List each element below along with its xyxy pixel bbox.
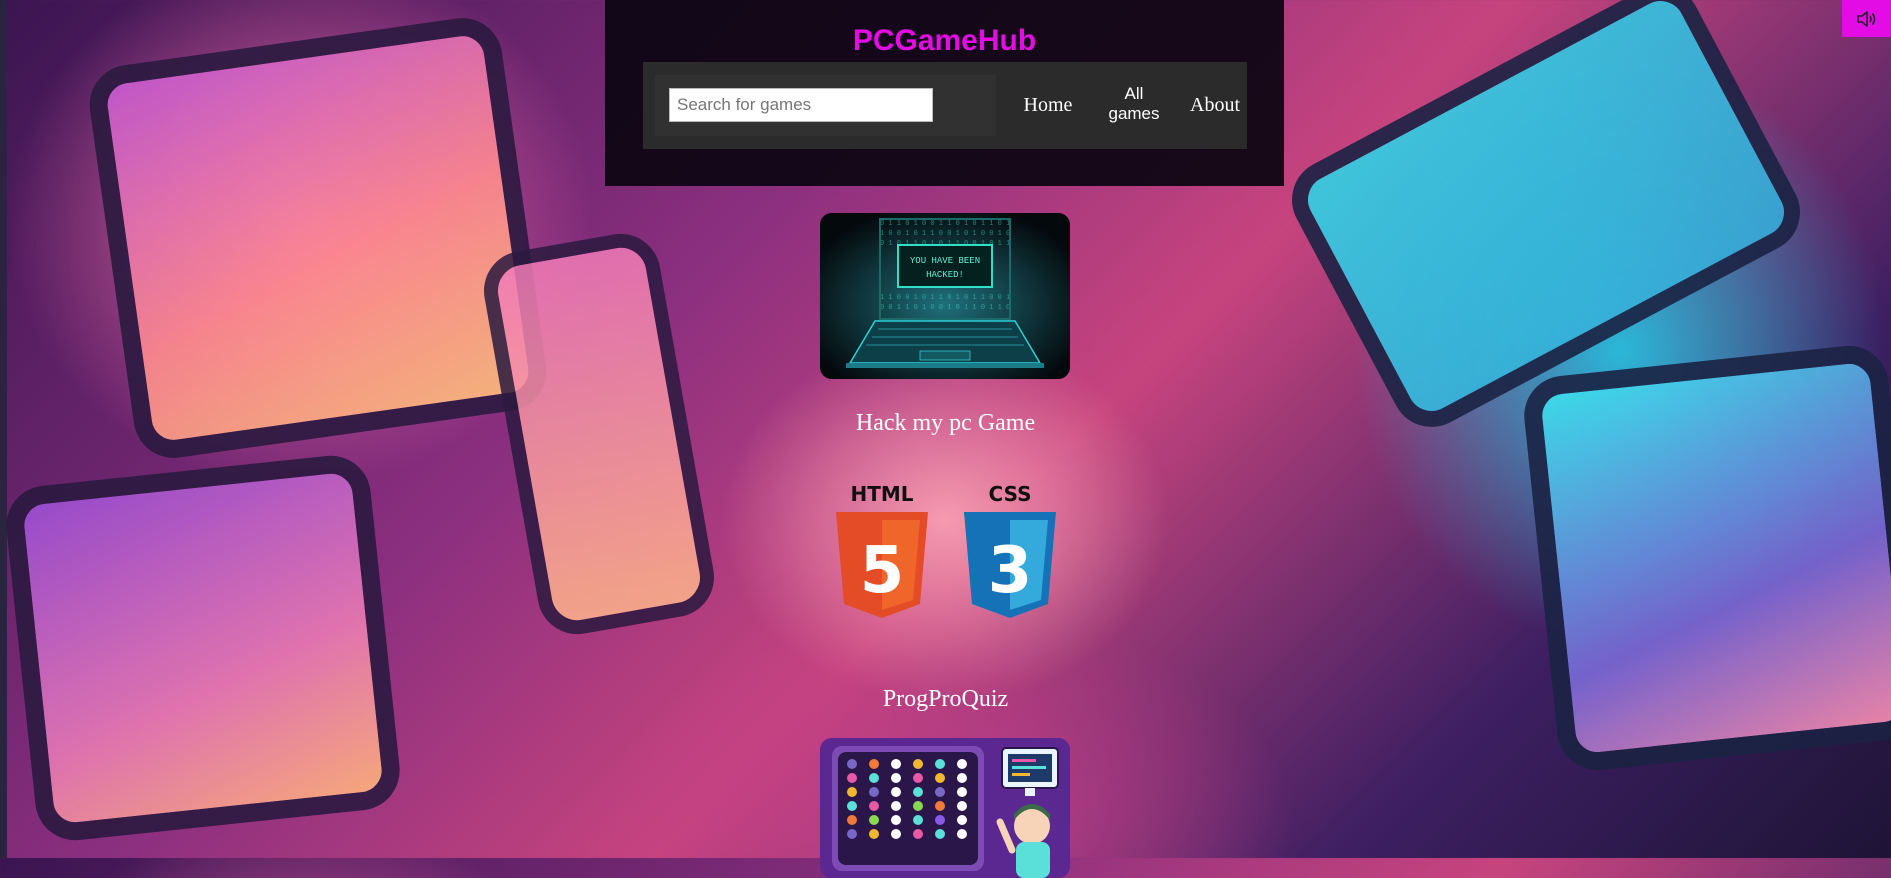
quiz-game-thumbnail[interactable] bbox=[820, 738, 1070, 878]
svg-text:0 1 1 0 1 0 0 1 1 0 1 0 1 1 0: 0 1 1 0 1 0 0 1 1 0 1 0 1 1 0 1 bbox=[880, 220, 1010, 228]
hacked-screen-text-1: YOU HAVE BEEN bbox=[910, 256, 980, 266]
nav-home-link[interactable]: Home bbox=[1020, 94, 1076, 117]
nav-about-link[interactable]: About bbox=[1183, 94, 1247, 117]
svg-text:1 1 0 0 1 0 1 1 0 1 0 1 1 0 0: 1 1 0 0 1 0 1 1 0 1 0 1 1 0 0 1 bbox=[880, 294, 1010, 302]
site-header: PCGameHub Home All games About bbox=[605, 0, 1284, 186]
site-title: PCGameHub bbox=[852, 24, 1037, 57]
css3-logo-icon: CSS 3 bbox=[964, 484, 1056, 618]
html-logo-number: 5 bbox=[860, 534, 905, 608]
speaker-icon bbox=[1856, 10, 1875, 27]
hack-game-thumbnail[interactable]: 0 1 1 0 1 0 0 1 1 0 1 0 1 1 0 1 1 0 0 1 … bbox=[820, 213, 1070, 379]
background-panel bbox=[84, 12, 552, 464]
search-input[interactable] bbox=[669, 88, 933, 122]
game-title-hack[interactable]: Hack my pc Game bbox=[0, 410, 1891, 437]
svg-text:0 0 1 1 0 1 0 0 1 0 1 1 0 1 1: 0 0 1 1 0 1 0 0 1 0 1 1 0 1 1 0 bbox=[880, 304, 1010, 312]
quiz-illustration bbox=[820, 738, 1070, 878]
svg-text:1 0 0 1 0 1 1 0 0 1 0 1 0 0 1: 1 0 0 1 0 1 1 0 0 1 0 1 0 0 1 0 bbox=[880, 230, 1010, 238]
hacked-laptop-image: 0 1 1 0 1 0 0 1 1 0 1 0 1 1 0 1 1 0 0 1 … bbox=[820, 213, 1070, 379]
sound-toggle-button[interactable] bbox=[1842, 0, 1891, 37]
search-container bbox=[655, 75, 996, 136]
css-logo-label: CSS bbox=[989, 484, 1032, 506]
html-logo-label: HTML bbox=[850, 484, 913, 506]
navbar: Home All games About bbox=[643, 62, 1247, 149]
background-panel bbox=[2, 451, 404, 845]
css-logo-number: 3 bbox=[988, 534, 1033, 608]
game-title-quiz[interactable]: ProgProQuiz bbox=[0, 686, 1891, 713]
hacked-screen-text-2: HACKED! bbox=[926, 270, 964, 280]
html-css-logos: HTML 5 CSS 3 bbox=[836, 484, 1056, 618]
nav-all-games-link[interactable]: All games bbox=[1101, 84, 1167, 124]
html5-logo-icon: HTML 5 bbox=[836, 484, 928, 618]
